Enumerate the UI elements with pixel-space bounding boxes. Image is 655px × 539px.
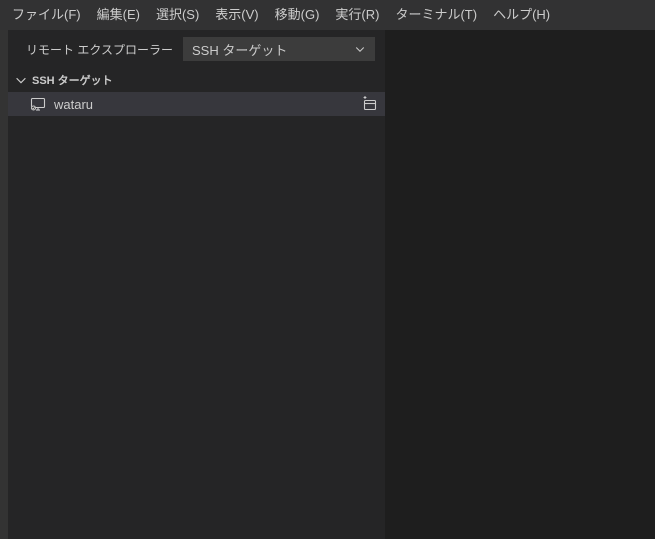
explorer-title-label: リモート エクスプローラー [26,41,173,58]
target-type-dropdown[interactable]: SSH ターゲット [183,37,375,61]
explorer-header: リモート エクスプローラー SSH ターゲット [8,30,385,68]
menu-view[interactable]: 表示(V) [207,0,266,30]
menu-go[interactable]: 移動(G) [267,0,328,30]
ssh-target-item[interactable]: wataru [8,92,385,116]
remote-explorer-sidebar: リモート エクスプローラー SSH ターゲット SSH ターゲット [8,30,385,539]
activity-bar [0,30,8,539]
dropdown-selected-value: SSH ターゲット [192,40,287,59]
menu-help[interactable]: ヘルプ(H) [485,0,558,30]
chevron-down-icon [354,43,366,55]
chevron-down-icon [14,73,28,87]
ssh-targets-section-header[interactable]: SSH ターゲット [8,68,385,92]
menubar: ファイル(F) 編集(E) 選択(S) 表示(V) 移動(G) 実行(R) ター… [0,0,655,30]
menu-file[interactable]: ファイル(F) [4,0,89,30]
ssh-target-name: wataru [54,97,353,112]
editor-area [385,30,655,539]
section-title: SSH ターゲット [32,72,113,88]
new-window-icon[interactable] [361,96,377,112]
menu-selection[interactable]: 選択(S) [148,0,207,30]
menu-run[interactable]: 実行(R) [327,0,387,30]
body-area: リモート エクスプローラー SSH ターゲット SSH ターゲット [0,30,655,539]
remote-monitor-icon [30,96,46,112]
menu-terminal[interactable]: ターミナル(T) [387,0,485,30]
menu-edit[interactable]: 編集(E) [89,0,148,30]
